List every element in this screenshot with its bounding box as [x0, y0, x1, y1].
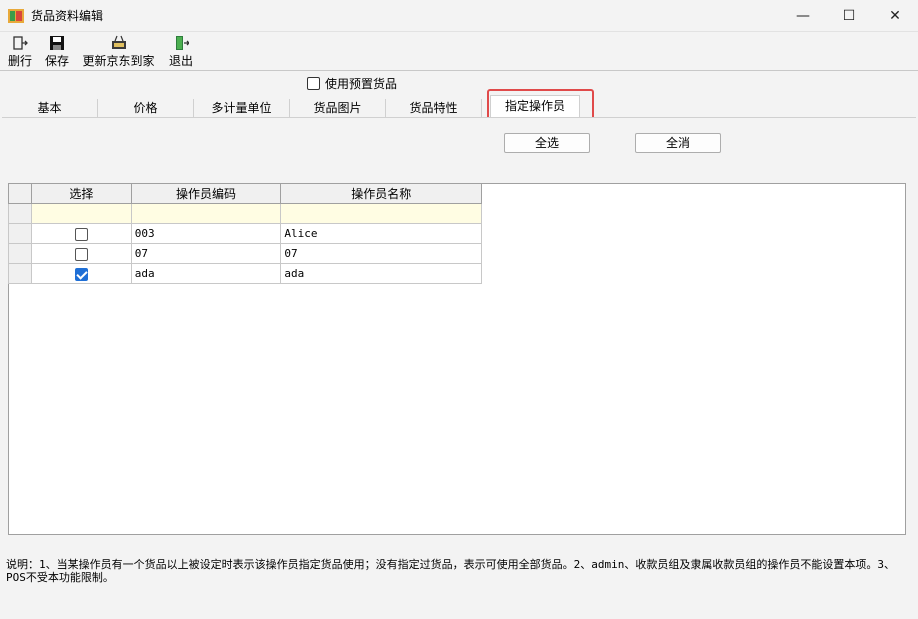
close-button[interactable]: ✕ — [872, 0, 918, 31]
select-all-button[interactable]: 全选 — [504, 133, 590, 153]
row-indicator[interactable] — [8, 243, 32, 264]
select-cell[interactable] — [30, 203, 132, 224]
delete-row-button[interactable]: 删行 — [6, 35, 34, 69]
tab-strip: 基本 价格 多计量单位 货品图片 货品特性 指定操作员 — [2, 95, 916, 117]
maximize-button[interactable]: ☐ — [826, 0, 872, 31]
row-select-checkbox[interactable] — [74, 247, 88, 261]
select-cell[interactable] — [30, 263, 132, 284]
column-header-name[interactable]: 操作员名称 — [280, 183, 482, 204]
app-icon — [8, 9, 24, 23]
update-jd-label: 更新京东到家 — [82, 54, 155, 68]
use-preset-checkbox[interactable]: 使用预置货品 — [307, 75, 397, 92]
exit-button[interactable]: 退出 — [167, 35, 195, 69]
maximize-icon: ☐ — [842, 7, 856, 24]
tab-price[interactable]: 价格 — [98, 99, 194, 117]
name-cell[interactable] — [280, 203, 482, 224]
save-icon — [50, 36, 64, 50]
delete-row-icon — [13, 36, 28, 50]
tab-multi-unit[interactable]: 多计量单位 — [194, 99, 290, 117]
table-row[interactable]: 003 Alice — [8, 223, 482, 244]
save-button[interactable]: 保存 — [44, 35, 70, 69]
name-cell[interactable]: Alice — [280, 223, 482, 244]
close-icon: ✕ — [889, 7, 901, 24]
update-jd-button[interactable]: 更新京东到家 — [82, 35, 155, 69]
exit-label: 退出 — [168, 54, 193, 68]
minimize-button[interactable]: — — [780, 0, 826, 31]
delete-row-label: 删行 — [7, 54, 32, 68]
name-cell[interactable]: ada — [280, 263, 482, 284]
tab-assign-operators[interactable]: 指定操作员 — [490, 95, 580, 117]
code-cell[interactable]: ada — [130, 263, 282, 284]
minimize-icon: — — [796, 7, 810, 24]
preset-checkbox-label: 使用预置货品 — [325, 77, 398, 91]
select-cell[interactable] — [30, 223, 132, 244]
operator-grid: 选择 操作员编码 操作员名称 003 Alice 07 07 ada ada — [8, 183, 482, 284]
new-row[interactable] — [8, 203, 482, 224]
table-row[interactable]: 07 07 — [8, 243, 482, 264]
preset-checkbox-box[interactable] — [307, 77, 320, 90]
column-header-select[interactable]: 选择 — [30, 183, 132, 204]
row-indicator[interactable] — [8, 203, 32, 224]
tab-basic[interactable]: 基本 — [2, 99, 98, 117]
row-select-checkbox[interactable] — [74, 227, 88, 241]
select-cell[interactable] — [30, 243, 132, 264]
row-select-checkbox[interactable] — [74, 267, 88, 281]
tab-properties[interactable]: 货品特性 — [386, 99, 482, 117]
toolbar: 删行 保存 更新京东到家 退出 — [0, 31, 918, 71]
title-bar: 货品资料编辑 — ☐ ✕ — [0, 0, 918, 31]
column-header-code[interactable]: 操作员编码 — [130, 183, 282, 204]
instructions-note: 说明：1、当某操作员有一个货品以上被设定时表示该操作员指定货品使用；没有指定过货… — [6, 558, 895, 584]
name-cell[interactable]: 07 — [280, 243, 482, 264]
exit-door-icon — [176, 36, 189, 50]
row-indicator[interactable] — [8, 263, 32, 284]
row-indicator-header — [8, 183, 32, 204]
save-label: 保存 — [44, 54, 69, 68]
table-row[interactable]: ada ada — [8, 263, 482, 284]
code-cell[interactable]: 003 — [130, 223, 282, 244]
row-indicator[interactable] — [8, 223, 32, 244]
window-title: 货品资料编辑 — [31, 9, 104, 23]
tab-images[interactable]: 货品图片 — [290, 99, 386, 117]
grid-header-row: 选择 操作员编码 操作员名称 — [8, 183, 482, 204]
code-cell[interactable]: 07 — [130, 243, 282, 264]
basket-icon — [111, 35, 126, 49]
deselect-all-button[interactable]: 全消 — [635, 133, 721, 153]
code-cell[interactable] — [130, 203, 282, 224]
